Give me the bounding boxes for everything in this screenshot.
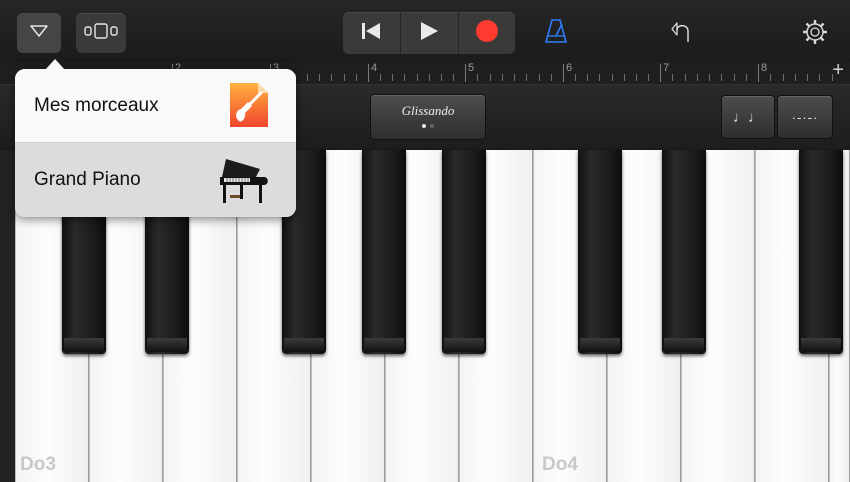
menu-item-grand-piano[interactable]: Grand Piano bbox=[15, 143, 296, 217]
play-button[interactable] bbox=[401, 12, 457, 54]
ruler-tick bbox=[490, 74, 491, 81]
ruler-tick bbox=[380, 74, 381, 81]
ruler-tick bbox=[575, 74, 576, 81]
ruler-tick bbox=[672, 74, 673, 81]
record-icon bbox=[475, 19, 499, 48]
piano-key-black[interactable] bbox=[362, 150, 406, 354]
ruler-tick bbox=[770, 74, 771, 81]
undo-icon bbox=[669, 22, 691, 48]
ruler-tick bbox=[514, 74, 515, 81]
ruler-tick bbox=[404, 74, 405, 81]
ruler-bar-number: 8 bbox=[761, 62, 768, 74]
ruler-tick bbox=[795, 74, 796, 81]
arpeggiator-button[interactable]: ·-·-· bbox=[777, 95, 833, 139]
garageband-file-icon bbox=[228, 81, 270, 135]
ruler-tick bbox=[429, 74, 430, 81]
metronome-button[interactable] bbox=[544, 18, 568, 49]
piano-key-black[interactable] bbox=[442, 150, 486, 354]
rewind-button[interactable] bbox=[343, 12, 399, 54]
add-section-button[interactable]: + bbox=[832, 59, 844, 82]
ruler-tick bbox=[819, 74, 820, 81]
ruler-bar-number: 4 bbox=[371, 62, 378, 74]
menu-item-label: Mes morceaux bbox=[34, 95, 159, 116]
ruler-bar-number: 7 bbox=[663, 62, 670, 74]
ruler-tick bbox=[344, 74, 345, 81]
ruler-tick bbox=[832, 74, 833, 81]
ruler-tick bbox=[599, 74, 600, 81]
play-icon bbox=[419, 21, 439, 46]
ruler-tick bbox=[417, 74, 418, 81]
ruler-tick bbox=[685, 74, 686, 81]
ruler-tick bbox=[783, 74, 784, 81]
ruler-bar-number: 6 bbox=[566, 62, 573, 74]
triangle-down-icon bbox=[30, 24, 48, 42]
ruler-tick bbox=[526, 74, 527, 81]
ruler-tick bbox=[721, 74, 722, 81]
record-button[interactable] bbox=[459, 12, 515, 54]
tracks-view-button[interactable] bbox=[76, 13, 126, 53]
piano-key-black[interactable] bbox=[799, 150, 843, 354]
grand-piano-icon bbox=[216, 155, 270, 213]
ruler-tick bbox=[356, 74, 357, 81]
metronome-icon bbox=[544, 19, 568, 48]
ruler-tick bbox=[502, 74, 503, 81]
piano-key-black[interactable] bbox=[662, 150, 706, 354]
gear-icon bbox=[801, 20, 829, 50]
ruler-tick bbox=[392, 74, 393, 81]
ruler-tick bbox=[648, 74, 649, 81]
glissando-button[interactable]: Glissando bbox=[370, 94, 486, 140]
ruler-tick bbox=[307, 74, 308, 81]
key-label-c3: Do3 bbox=[20, 454, 56, 475]
piano-key-black[interactable] bbox=[578, 150, 622, 354]
key-label-c4: Do4 bbox=[542, 454, 578, 475]
arpeggiator-icon: ·-·-· bbox=[791, 109, 819, 125]
undo-button[interactable] bbox=[669, 20, 691, 49]
instrument-popup-menu: Mes morceaux Grand Piano bbox=[15, 59, 296, 217]
notes-icon: ♩♩ bbox=[733, 108, 763, 126]
top-toolbar bbox=[0, 0, 850, 62]
ruler-tick bbox=[624, 74, 625, 81]
ruler-tick bbox=[477, 74, 478, 81]
ruler-tick bbox=[319, 74, 320, 81]
ruler-tick bbox=[453, 74, 454, 81]
ruler-bar-number: 5 bbox=[468, 62, 475, 74]
ruler-tick bbox=[746, 74, 747, 81]
ruler-tick bbox=[636, 74, 637, 81]
ruler-tick bbox=[734, 74, 735, 81]
glissando-page-indicator bbox=[422, 123, 434, 128]
menu-item-label: Grand Piano bbox=[34, 169, 141, 190]
ruler-tick bbox=[551, 74, 552, 81]
ruler-tick bbox=[709, 74, 710, 81]
ruler-tick bbox=[587, 74, 588, 81]
tracks-view-icon bbox=[83, 22, 119, 45]
settings-button[interactable] bbox=[801, 18, 829, 51]
ruler-tick bbox=[331, 74, 332, 81]
menu-button[interactable] bbox=[17, 13, 61, 53]
ruler-tick bbox=[697, 74, 698, 81]
ruler-tick bbox=[807, 74, 808, 81]
ruler-tick bbox=[612, 74, 613, 81]
transport-controls bbox=[343, 12, 515, 54]
ruler-tick bbox=[441, 74, 442, 81]
ruler-tick bbox=[539, 74, 540, 81]
glissando-label: Glissando bbox=[401, 102, 455, 118]
menu-item-my-songs[interactable]: Mes morceaux bbox=[15, 69, 296, 143]
chord-notes-button[interactable]: ♩♩ bbox=[721, 95, 775, 139]
skip-back-icon bbox=[361, 22, 381, 45]
